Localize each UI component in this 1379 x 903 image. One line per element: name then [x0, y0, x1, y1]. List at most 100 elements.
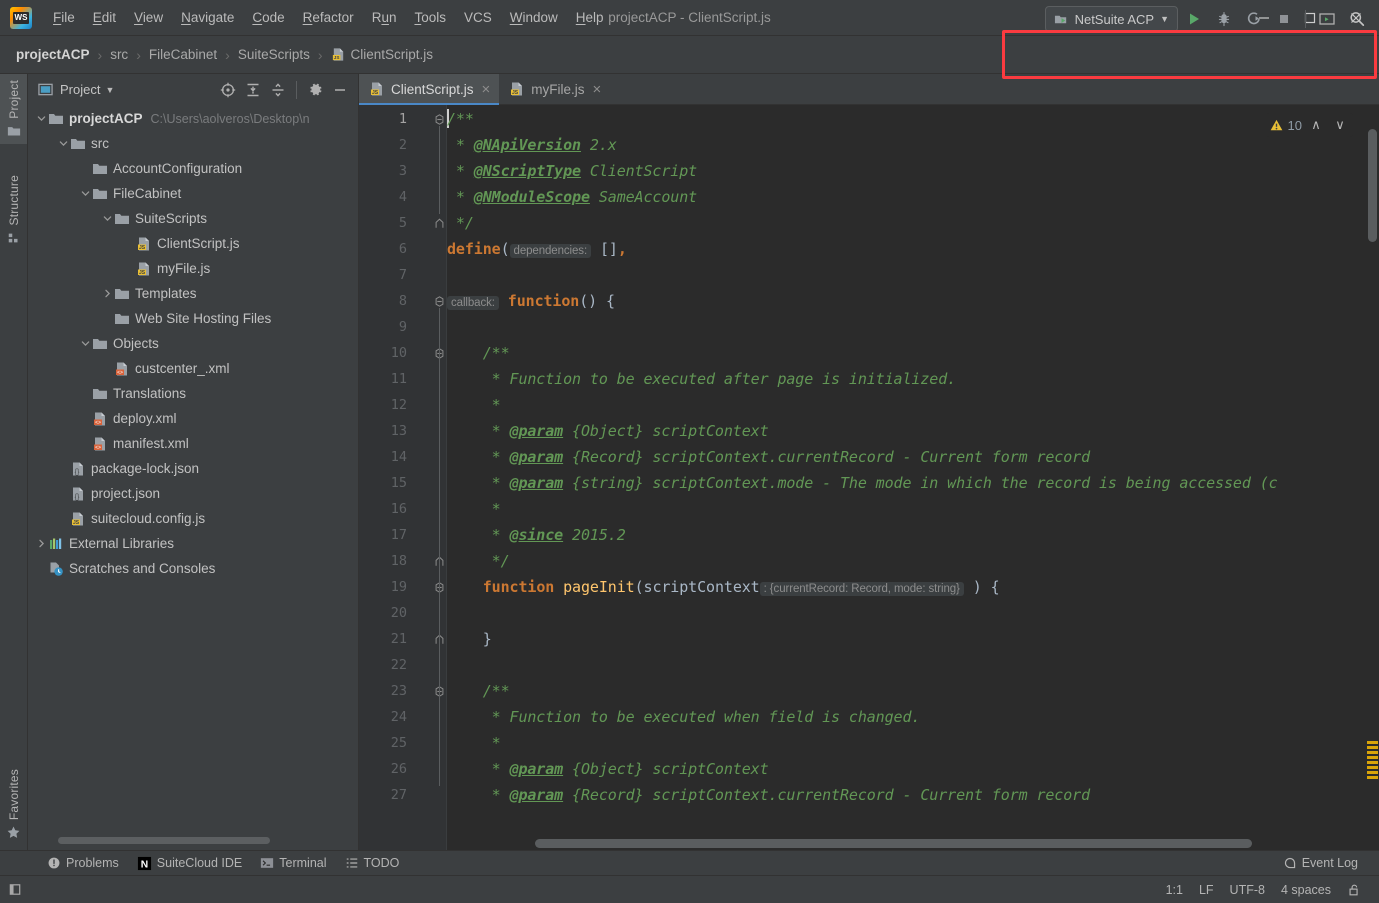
gear-icon[interactable]: [303, 78, 327, 102]
tree-node[interactable]: Templates: [28, 281, 358, 306]
line-separator[interactable]: LF: [1191, 880, 1222, 900]
editor-tabs[interactable]: JS ClientScript.js × JS myFile.js ×: [359, 74, 1379, 105]
code-line[interactable]: *: [447, 730, 501, 756]
menu-vcs[interactable]: VCS: [455, 7, 501, 28]
code-line[interactable]: * @param {Record} scriptContext.currentR…: [447, 782, 1090, 808]
select-opened-file-button[interactable]: [216, 78, 240, 102]
tree-node[interactable]: JS myFile.js: [28, 256, 358, 281]
tree-node[interactable]: SuiteScripts: [28, 206, 358, 231]
chevron-down-icon[interactable]: [100, 206, 114, 231]
code-editor[interactable]: 1 2 3 4 5 6 7 8 9 10 11 12 13 14 15 16 17 18 19 20 21 22 23 24 2…: [359, 105, 1379, 850]
menu-help[interactable]: Help: [567, 7, 613, 28]
code-line[interactable]: * @param {Object} scriptContext: [447, 756, 769, 782]
breadcrumb-item-clientscript-js[interactable]: JS ClientScript.js: [327, 45, 438, 64]
chevron-down-icon[interactable]: [34, 106, 48, 131]
caret-position[interactable]: 1:1: [1158, 880, 1191, 900]
chevron-down-icon[interactable]: ▼: [105, 85, 114, 95]
tree-node[interactable]: {} project.json: [28, 481, 358, 506]
tab-myfile-js[interactable]: JS myFile.js ×: [499, 74, 610, 104]
hide-toolwindows-button[interactable]: [1313, 5, 1341, 33]
sidebar-item-favorites[interactable]: Favorites: [0, 763, 27, 846]
chevron-down-icon[interactable]: [78, 181, 92, 206]
tree-node[interactable]: FileCabinet: [28, 181, 358, 206]
menu-navigate[interactable]: Navigate: [172, 7, 243, 28]
menu-code[interactable]: Code: [243, 7, 293, 28]
toggle-toolwindows-button[interactable]: [0, 882, 30, 897]
code-line[interactable]: *: [447, 392, 501, 418]
breadcrumb[interactable]: projectACP › src › FileCabinet › SuiteScripts ›…: [0, 45, 437, 64]
tree-node[interactable]: src: [28, 131, 358, 156]
next-problem-button[interactable]: ∨: [1330, 115, 1350, 135]
menu-tools[interactable]: Tools: [405, 7, 455, 28]
menu-refactor[interactable]: Refactor: [294, 7, 363, 28]
tree-node[interactable]: External Libraries: [28, 531, 358, 556]
previous-problem-button[interactable]: ∧: [1306, 115, 1326, 135]
code-line[interactable]: * @since 2015.2: [447, 522, 626, 548]
tree-node[interactable]: JS ClientScript.js: [28, 231, 358, 256]
run-button[interactable]: [1180, 5, 1208, 33]
unlocked-icon[interactable]: [1339, 880, 1369, 900]
inspection-widget[interactable]: 10 ∧ ∨: [1265, 113, 1353, 137]
collapse-all-button[interactable]: [266, 78, 290, 102]
tab-clientscript-js[interactable]: JS ClientScript.js ×: [359, 74, 500, 105]
tree-node[interactable]: <> manifest.xml: [28, 431, 358, 456]
tree-node[interactable]: {} package-lock.json: [28, 456, 358, 481]
horizontal-scrollbar-thumb[interactable]: [535, 839, 1252, 848]
breadcrumb-item-src[interactable]: src: [106, 45, 132, 64]
toolwindow-suitecloud-ide[interactable]: N SuiteCloud IDE: [130, 854, 249, 873]
code-line[interactable]: *: [447, 496, 501, 522]
menu-edit[interactable]: Edit: [84, 7, 125, 28]
toolwindow-event-log[interactable]: Event Log: [1276, 854, 1365, 872]
toolwindow-problems[interactable]: Problems: [40, 854, 126, 872]
code-line[interactable]: */: [447, 548, 510, 574]
chevron-down-icon[interactable]: [78, 331, 92, 356]
menu-window[interactable]: Window: [501, 7, 567, 28]
breadcrumb-item-filecabinet[interactable]: FileCabinet: [145, 45, 221, 64]
tree-node[interactable]: <> custcenter_.xml: [28, 356, 358, 381]
chevron-right-icon[interactable]: [34, 531, 48, 556]
breadcrumb-item-projectacp[interactable]: projectACP: [12, 45, 94, 64]
menu-view[interactable]: View: [125, 7, 172, 28]
tree-node[interactable]: <> deploy.xml: [28, 406, 358, 431]
tree-node[interactable]: Translations: [28, 381, 358, 406]
code-line[interactable]: * @param {Object} scriptContext: [447, 418, 769, 444]
code-line[interactable]: function pageInit(scriptContext: {curren…: [447, 574, 1000, 600]
tree-node[interactable]: Objects: [28, 331, 358, 356]
code-line[interactable]: * @NModuleScope SameAccount: [447, 184, 697, 210]
close-icon[interactable]: ×: [593, 82, 602, 97]
search-everywhere-button[interactable]: [1343, 5, 1371, 33]
editor-gutter[interactable]: 1 2 3 4 5 6 7 8 9 10 11 12 13 14 15 16 17 18 19 20 21 22 23 24 2…: [359, 105, 447, 850]
sidebar-item-structure[interactable]: Structure: [0, 169, 27, 251]
breadcrumb-item-suitescripts[interactable]: SuiteScripts: [234, 45, 314, 64]
tree-node[interactable]: Scratches and Consoles: [28, 556, 358, 581]
tree-node[interactable]: JS suitecloud.config.js: [28, 506, 358, 531]
code-line[interactable]: }: [447, 626, 492, 652]
code-line[interactable]: * @param {Record} scriptContext.currentR…: [447, 444, 1090, 470]
indent-size[interactable]: 4 spaces: [1273, 880, 1339, 900]
code-line[interactable]: * @NApiVersion 2.x: [447, 132, 617, 158]
vertical-scrollbar-thumb[interactable]: [1368, 129, 1377, 242]
code-line[interactable]: */: [447, 210, 474, 236]
menu-file[interactable]: File: [44, 7, 84, 28]
run-configuration-selector[interactable]: NetSuite ACP ▼: [1044, 6, 1178, 32]
code-line[interactable]: * @param {string} scriptContext.mode - T…: [447, 470, 1278, 496]
project-tree[interactable]: projectACP C:\Users\aolveros\Desktop\n src…: [28, 105, 358, 850]
stop-button[interactable]: [1270, 5, 1298, 33]
menu-run[interactable]: Run: [363, 7, 406, 28]
toolwindow-terminal[interactable]: Terminal: [253, 854, 333, 872]
sidebar-item-project[interactable]: Project: [0, 74, 27, 144]
chevron-right-icon[interactable]: [100, 281, 114, 306]
close-icon[interactable]: ×: [482, 82, 491, 97]
hide-panel-button[interactable]: [328, 78, 352, 102]
code-content[interactable]: /** * @NApiVersion 2.x * @NScriptType Cl…: [447, 105, 1379, 850]
tree-node[interactable]: AccountConfiguration: [28, 156, 358, 181]
code-line[interactable]: * @NScriptType ClientScript: [447, 158, 697, 184]
chevron-down-icon[interactable]: [56, 131, 70, 156]
tree-node[interactable]: projectACP C:\Users\aolveros\Desktop\n: [28, 106, 358, 131]
code-line[interactable]: * Function to be executed when field is …: [447, 704, 921, 730]
code-line[interactable]: * Function to be executed after page is …: [447, 366, 957, 392]
warning-stripe-markers[interactable]: [1367, 741, 1378, 779]
expand-all-button[interactable]: [241, 78, 265, 102]
toolwindow-todo[interactable]: TODO: [338, 854, 407, 872]
code-line[interactable]: define(dependencies: [],: [447, 236, 627, 262]
